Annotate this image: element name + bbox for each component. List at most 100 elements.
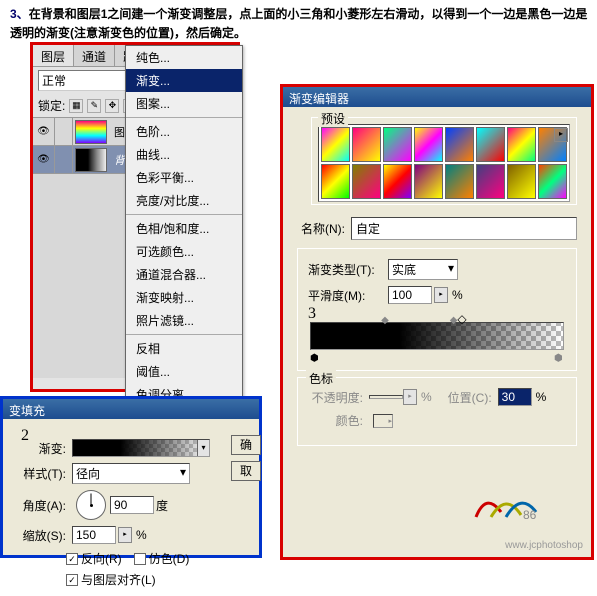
menu-solid-color[interactable]: 纯色... bbox=[126, 46, 242, 69]
link-col[interactable] bbox=[55, 118, 73, 146]
angle-input[interactable]: 90 bbox=[110, 496, 154, 514]
gradient-fill-dialog: 变填充 2 渐变: ▾ 样式(T): 径向 ▾ 角度(A): 90 度 缩放(S… bbox=[0, 396, 262, 558]
watermark-logo: 86 bbox=[471, 487, 551, 527]
preset-swatch[interactable] bbox=[383, 164, 412, 199]
type-row: 渐变类型(T): 实底 ▾ bbox=[308, 259, 566, 280]
menu-separator bbox=[126, 334, 242, 335]
opacity-stop[interactable] bbox=[381, 312, 391, 322]
menu-gradient-map[interactable]: 渐变映射... bbox=[126, 286, 242, 309]
visibility-icon[interactable]: 👁 bbox=[33, 146, 55, 174]
preset-swatch[interactable] bbox=[352, 127, 381, 162]
preset-swatch[interactable] bbox=[414, 127, 443, 162]
type-select[interactable]: 实底 ▾ bbox=[388, 259, 458, 280]
gradient-bar[interactable] bbox=[310, 322, 564, 350]
menu-pattern[interactable]: 图案... bbox=[126, 92, 242, 115]
color-row: 颜色: ▸ bbox=[308, 412, 566, 429]
menu-channel-mixer[interactable]: 通道混合器... bbox=[126, 263, 242, 286]
gradient-row: 渐变: ▾ bbox=[11, 439, 251, 457]
menu-separator bbox=[126, 117, 242, 118]
preset-swatch[interactable] bbox=[445, 127, 474, 162]
lock-paint-icon[interactable]: ✎ bbox=[87, 99, 101, 113]
menu-brightness[interactable]: 亮度/对比度... bbox=[126, 189, 242, 212]
angle-unit: 度 bbox=[156, 497, 168, 514]
colorstop-frame: 色标 不透明度: ▸ % 位置(C): 30 % 颜色: ▸ bbox=[297, 377, 577, 446]
name-row: 名称(N): 自定 bbox=[301, 217, 577, 240]
preset-swatch[interactable] bbox=[321, 127, 350, 162]
position-input[interactable]: 30 bbox=[498, 388, 532, 406]
dialog-title: 变填充 bbox=[3, 399, 259, 419]
color-stop-right[interactable] bbox=[554, 350, 564, 362]
tab-channels[interactable]: 通道 bbox=[74, 45, 115, 66]
preset-swatch[interactable] bbox=[352, 164, 381, 199]
preset-swatch[interactable] bbox=[507, 164, 536, 199]
menu-gradient[interactable]: 渐变... bbox=[126, 69, 242, 92]
preset-swatch[interactable] bbox=[538, 164, 567, 199]
spinner-icon[interactable]: ▸ bbox=[434, 287, 448, 303]
menu-levels[interactable]: 色阶... bbox=[126, 120, 242, 143]
dither-checkbox[interactable]: 仿色(D) bbox=[134, 550, 190, 567]
menu-color-balance[interactable]: 色彩平衡... bbox=[126, 166, 242, 189]
scale-input[interactable]: 150 bbox=[72, 526, 116, 544]
smooth-row: 平滑度(M): 100 ▸ % bbox=[308, 286, 566, 304]
chevron-down-icon[interactable]: ▾ bbox=[197, 440, 209, 456]
dither-label: 仿色(D) bbox=[149, 550, 190, 567]
color-swatch: ▸ bbox=[373, 414, 393, 428]
style-label: 样式(T): bbox=[11, 465, 66, 482]
preset-menu-icon[interactable]: ▸ bbox=[554, 128, 568, 142]
preset-swatch[interactable] bbox=[321, 164, 350, 199]
svg-text:86: 86 bbox=[523, 508, 537, 522]
menu-threshold[interactable]: 阈值... bbox=[126, 360, 242, 383]
layer-thumbnail[interactable] bbox=[75, 148, 107, 172]
preset-swatch[interactable] bbox=[445, 164, 474, 199]
instruction-body: 在背景和图层1之间建一个渐变调整层，点上面的小三角和小菱形左右滑动，以得到一个一… bbox=[10, 7, 587, 40]
style-select[interactable]: 径向 ▾ bbox=[72, 463, 190, 484]
name-input[interactable]: 自定 bbox=[351, 217, 577, 240]
smooth-input[interactable]: 100 bbox=[388, 286, 432, 304]
gradient-preview[interactable]: ▾ bbox=[72, 439, 210, 457]
lock-move-icon[interactable]: ✥ bbox=[105, 99, 119, 113]
preset-swatch[interactable] bbox=[476, 164, 505, 199]
lock-transparent-icon[interactable]: ▦ bbox=[69, 99, 83, 113]
type-value: 实底 bbox=[392, 261, 416, 278]
opacity-midpoint[interactable]: ◇ bbox=[450, 312, 460, 322]
checkbox-icon bbox=[134, 553, 146, 565]
layer-thumbnail[interactable] bbox=[75, 120, 107, 144]
preset-swatch[interactable] bbox=[414, 164, 443, 199]
visibility-icon[interactable]: 👁 bbox=[33, 118, 55, 146]
checkbox-row-1: ✓ 反向(R) 仿色(D) bbox=[66, 550, 251, 567]
preset-swatch[interactable] bbox=[383, 127, 412, 162]
tab-layers[interactable]: 图层 bbox=[33, 45, 74, 66]
preset-grid bbox=[318, 124, 570, 202]
percent-unit: % bbox=[421, 390, 432, 404]
instruction-text: 3、在背景和图层1之间建一个渐变调整层，点上面的小三角和小菱形左右滑动，以得到一… bbox=[10, 4, 592, 42]
menu-curves[interactable]: 曲线... bbox=[126, 143, 242, 166]
reverse-checkbox[interactable]: ✓ 反向(R) bbox=[66, 550, 122, 567]
cancel-button[interactable]: 取 bbox=[231, 461, 261, 481]
angle-dial[interactable] bbox=[76, 490, 106, 520]
opacity-label: 不透明度: bbox=[308, 389, 363, 406]
chevron-icon: ▸ bbox=[388, 417, 392, 425]
color-stop-left[interactable] bbox=[310, 350, 320, 362]
menu-photo-filter[interactable]: 照片滤镜... bbox=[126, 309, 242, 332]
align-checkbox[interactable]: ✓ 与图层对齐(L) bbox=[66, 571, 156, 588]
checkbox-icon: ✓ bbox=[66, 553, 78, 565]
lock-label: 锁定: bbox=[38, 97, 65, 114]
colorstop-legend: 色标 bbox=[306, 370, 336, 387]
position-unit: % bbox=[536, 390, 547, 404]
angle-label: 角度(A): bbox=[11, 497, 66, 514]
menu-selective-color[interactable]: 可选颜色... bbox=[126, 240, 242, 263]
opacity-input bbox=[369, 395, 403, 399]
preset-swatch[interactable] bbox=[507, 127, 536, 162]
gradient-bar-wrap: ◇ bbox=[310, 322, 564, 350]
align-label: 与图层对齐(L) bbox=[81, 571, 156, 588]
name-label: 名称(N): bbox=[301, 220, 345, 237]
menu-hue-sat[interactable]: 色相/饱和度... bbox=[126, 217, 242, 240]
ok-button[interactable]: 确 bbox=[231, 435, 261, 455]
preset-swatch[interactable] bbox=[476, 127, 505, 162]
annotation-number-3: 3 bbox=[308, 305, 316, 323]
menu-invert[interactable]: 反相 bbox=[126, 337, 242, 360]
link-col[interactable] bbox=[55, 146, 73, 174]
editor-title: 渐变编辑器 bbox=[283, 87, 591, 107]
spinner-icon[interactable]: ▸ bbox=[118, 527, 132, 543]
style-value: 径向 bbox=[76, 465, 100, 482]
